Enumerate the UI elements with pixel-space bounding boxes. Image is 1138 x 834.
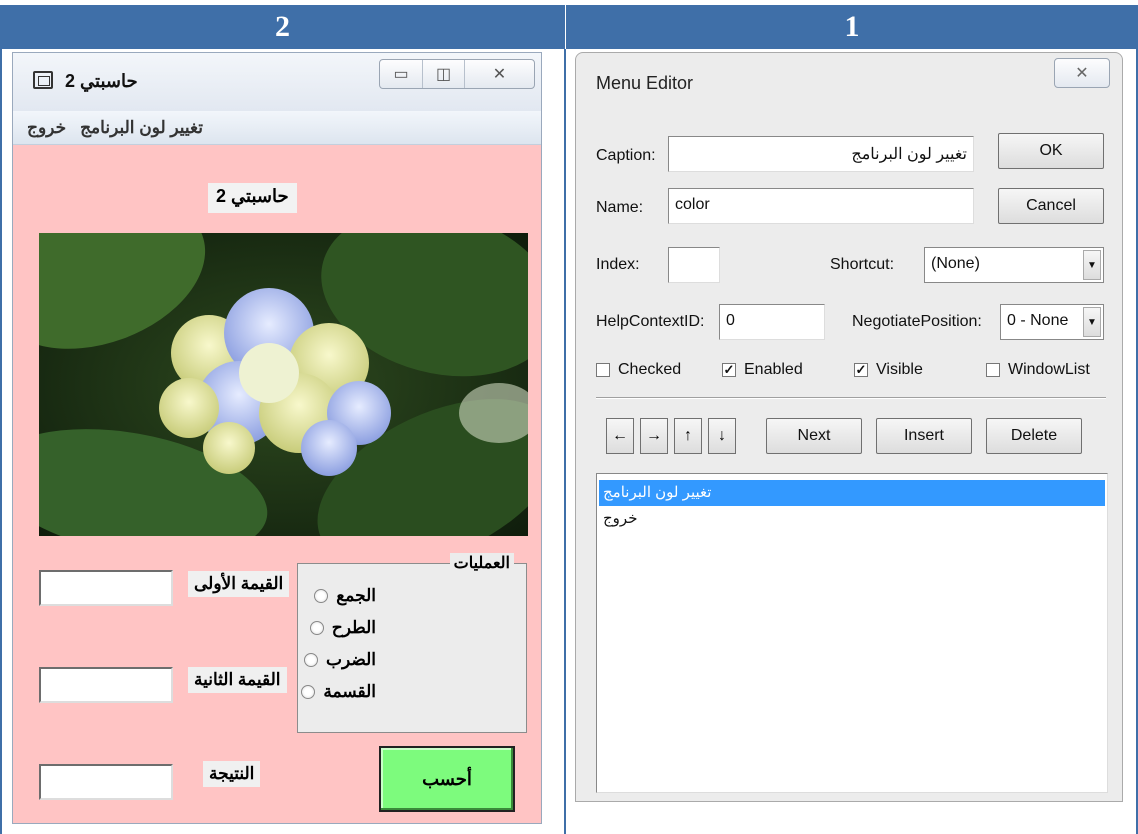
delete-button[interactable]: Delete — [986, 418, 1082, 454]
helpcontext-input[interactable]: 0 — [719, 304, 825, 340]
first-value-input[interactable] — [39, 570, 173, 606]
checkbox-icon[interactable] — [596, 363, 610, 377]
close-icon[interactable]: ✕ — [464, 60, 534, 88]
close-icon[interactable]: ✕ — [1054, 58, 1110, 88]
radio-subtract[interactable]: الطرح — [309, 618, 376, 638]
section-number-1: 1 — [566, 5, 1138, 49]
radio-multiply[interactable]: الضرب — [303, 650, 376, 670]
ok-button[interactable]: OK — [998, 133, 1104, 169]
checkbox-icon[interactable] — [986, 363, 1000, 377]
checkbox-checked-icon[interactable]: ✓ — [722, 363, 736, 377]
app-window-icon — [33, 71, 53, 89]
radio-button-icon[interactable] — [301, 685, 316, 699]
radio-label: الطرح — [331, 618, 376, 637]
maximize-icon[interactable]: ◫ — [422, 60, 464, 88]
name-label: Name: — [596, 199, 644, 216]
visible-checkbox[interactable]: ✓ Visible — [854, 361, 923, 379]
window-title: حاسبتي 2 — [65, 71, 138, 91]
radio-label: القسمة — [323, 682, 376, 701]
checkbox-label: Visible — [876, 361, 923, 378]
insert-button[interactable]: Insert — [876, 418, 972, 454]
form-title-label: حاسبتي 2 — [208, 183, 297, 213]
calculator-window: حاسبتي 2 ▭ ◫ ✕ تغيير لون البرنامج خروج ح… — [12, 52, 542, 824]
negotiate-label: NegotiatePosition: — [852, 313, 982, 330]
first-value-label: القيمة الأولى — [188, 571, 290, 597]
radio-label: الجمع — [336, 586, 376, 605]
minimize-icon[interactable]: ▭ — [380, 60, 422, 88]
radio-label: الضرب — [325, 650, 376, 669]
menu-item-change-color[interactable]: تغيير لون البرنامج — [80, 118, 203, 138]
list-item-text: خروج — [603, 510, 638, 527]
radio-button-icon[interactable] — [309, 621, 324, 635]
radio-divide[interactable]: القسمة — [301, 682, 376, 702]
caption-input[interactable]: تغيير لون البرنامج — [668, 136, 974, 172]
menu-items-list[interactable]: تغيير لون البرنامج خروج — [596, 473, 1108, 793]
list-item[interactable]: تغيير لون البرنامج — [599, 480, 1105, 506]
list-item[interactable]: خروج — [599, 506, 1105, 532]
left-border — [0, 49, 2, 834]
checkbox-label: Enabled — [744, 361, 803, 378]
center-divider — [564, 49, 566, 834]
radio-button-icon[interactable] — [303, 653, 318, 667]
next-button[interactable]: Next — [766, 418, 862, 454]
dropdown-arrow-icon[interactable]: ▼ — [1083, 307, 1101, 337]
shortcut-select[interactable]: (None) ▼ — [924, 247, 1104, 283]
checkbox-label: Checked — [618, 361, 682, 378]
result-label: النتيجة — [203, 761, 261, 787]
arrow-right-icon[interactable]: → — [640, 418, 668, 454]
operations-group: العمليات الجمع الطرح الضرب القسمة — [297, 553, 527, 733]
windowlist-checkbox[interactable]: WindowList — [986, 361, 1090, 379]
operations-legend: العمليات — [449, 553, 514, 573]
hydrangea-flower-photo — [39, 233, 528, 536]
second-value-label: القيمة الثانية — [188, 667, 287, 693]
negotiate-value: 0 - None — [1007, 312, 1069, 329]
negotiate-select[interactable]: 0 - None ▼ — [1000, 304, 1104, 340]
arrow-up-icon[interactable]: ↑ — [674, 418, 702, 454]
checked-checkbox[interactable]: Checked — [596, 361, 681, 379]
menu-bar: تغيير لون البرنامج خروج — [13, 111, 541, 145]
cancel-button[interactable]: Cancel — [998, 188, 1104, 224]
section-number-2: 2 — [0, 5, 565, 49]
dropdown-arrow-icon[interactable]: ▼ — [1083, 250, 1101, 280]
menu-editor-window: Menu Editor ✕ Caption: تغيير لون البرنام… — [575, 52, 1123, 802]
calculate-button[interactable]: أحسب — [379, 746, 515, 812]
index-label: Index: — [596, 256, 640, 273]
separator — [596, 397, 1106, 399]
result-output[interactable] — [39, 764, 173, 800]
radio-add[interactable]: الجمع — [314, 586, 376, 606]
name-input[interactable]: color — [668, 188, 974, 224]
arrow-left-icon[interactable]: ← — [606, 418, 634, 454]
list-item-text: تغيير لون البرنامج — [603, 484, 712, 501]
caption-buttons: ▭ ◫ ✕ — [379, 59, 535, 89]
radio-button-icon[interactable] — [314, 589, 329, 603]
helpcontext-label: HelpContextID: — [596, 313, 705, 330]
arrow-down-icon[interactable]: ↓ — [708, 418, 736, 454]
window-title: Menu Editor — [596, 73, 694, 93]
shortcut-value: (None) — [931, 255, 980, 272]
menu-item-exit[interactable]: خروج — [27, 118, 66, 138]
checkbox-checked-icon[interactable]: ✓ — [854, 363, 868, 377]
enabled-checkbox[interactable]: ✓ Enabled — [722, 361, 803, 379]
checkbox-label: WindowList — [1008, 361, 1090, 378]
shortcut-label: Shortcut: — [830, 256, 895, 273]
caption-label: Caption: — [596, 147, 656, 164]
title-bar: حاسبتي 2 ▭ ◫ ✕ — [13, 53, 541, 111]
index-input[interactable] — [668, 247, 720, 283]
second-value-input[interactable] — [39, 667, 173, 703]
